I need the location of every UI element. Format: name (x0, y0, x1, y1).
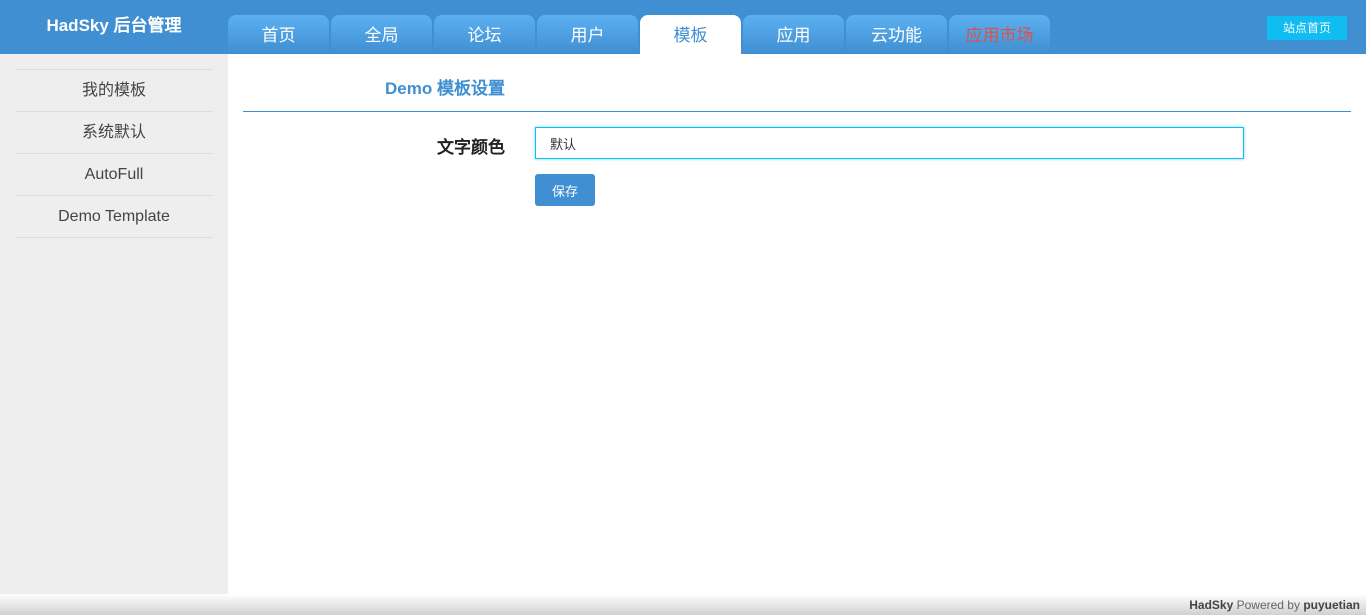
save-button[interactable]: 保存 (535, 174, 595, 206)
text-color-input[interactable] (535, 127, 1244, 159)
tab-cloud[interactable]: 云功能 (846, 15, 947, 54)
sidebar-item-system-default[interactable]: 系统默认 (15, 112, 213, 154)
tab-templates[interactable]: 模板 (640, 15, 741, 54)
sidebar-item-my-templates[interactable]: 我的模板 (15, 70, 213, 112)
main-content: Demo 模板设置 文字颜色 保存 (228, 54, 1366, 594)
page-title: Demo 模板设置 (385, 79, 505, 98)
site-home-button[interactable]: 站点首页 (1267, 16, 1347, 40)
tab-users[interactable]: 用户 (537, 15, 638, 54)
tab-forum[interactable]: 论坛 (434, 15, 535, 54)
sidebar-item-autofull[interactable]: AutoFull (15, 154, 213, 196)
footer-powered-by: Powered by (1236, 598, 1300, 612)
footer-author: puyuetian (1303, 598, 1360, 612)
top-bar: HadSky 后台管理 首页 全局 论坛 用户 模板 应用 云功能 应用市场 站… (0, 0, 1366, 54)
footer-brand: HadSky (1189, 598, 1234, 612)
brand-title: HadSky 后台管理 (46, 16, 182, 35)
tab-apps[interactable]: 应用 (743, 15, 844, 54)
main-nav-tabs: 首页 全局 论坛 用户 模板 应用 云功能 应用市场 (228, 15, 1052, 54)
sidebar: 我的模板 系统默认 AutoFull Demo Template (0, 54, 228, 594)
tab-home[interactable]: 首页 (228, 15, 329, 54)
footer: HadSky Powered by puyuetian (0, 594, 1366, 615)
tab-global[interactable]: 全局 (331, 15, 432, 54)
title-divider (243, 111, 1351, 112)
sidebar-item-demo-template[interactable]: Demo Template (15, 196, 213, 238)
sidebar-list: 我的模板 系统默认 AutoFull Demo Template (15, 69, 213, 238)
tab-app-market[interactable]: 应用市场 (949, 15, 1050, 54)
text-color-label: 文字颜色 (437, 138, 505, 157)
